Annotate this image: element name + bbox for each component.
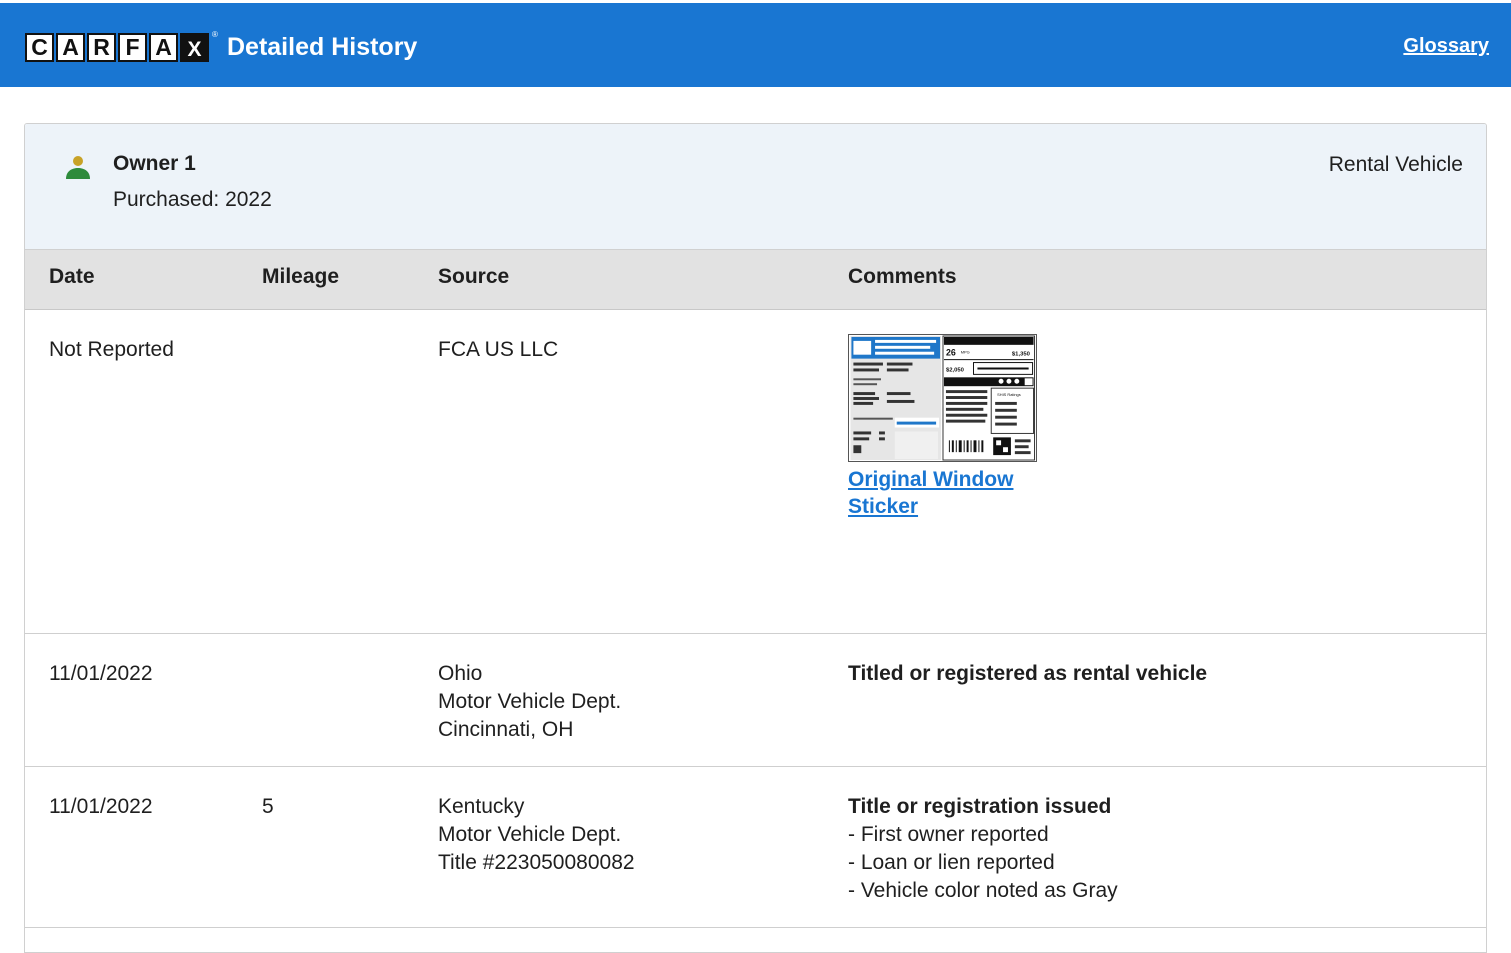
comment-item: - Vehicle color noted as Gray: [848, 879, 1118, 902]
row-source: FCA US LLC: [438, 336, 558, 364]
source-line: Motor Vehicle Dept.: [438, 690, 622, 713]
owner-name: Owner 1: [113, 152, 196, 175]
row-source: Ohio Motor Vehicle Dept. Cincinnati, OH: [438, 660, 621, 744]
source-line: Ohio: [438, 662, 483, 685]
top-bar: C A R F A X ® Detailed History Glossary: [0, 0, 1511, 87]
glossary-link[interactable]: Glossary: [1403, 35, 1489, 58]
comment-title: Titled or registered as rental vehicle: [848, 662, 1208, 685]
sticker-mpg: 26: [946, 348, 956, 358]
column-header-source: Source: [438, 265, 510, 288]
owner-vehicle-type: Rental Vehicle: [1328, 153, 1463, 176]
logo-letter-a: A: [56, 33, 85, 62]
source-line: FCA US LLC: [438, 338, 559, 361]
comment-item: - First owner reported: [848, 823, 1049, 846]
row-date: 11/01/2022: [49, 795, 153, 818]
logo-letter-a2: A: [149, 33, 178, 62]
page-title: Detailed History: [227, 33, 418, 61]
logo-letter-x: X: [180, 33, 209, 62]
sticker-mpg-unit: MPG: [961, 350, 970, 355]
row-date: Not Reported: [49, 338, 174, 361]
table-row: 11/01/2022 Ohio Motor Vehicle Dept. Cinc…: [25, 634, 1486, 767]
owner-history-card: Owner 1 Purchased: 2022 Rental Vehicle D…: [24, 123, 1487, 953]
row-comments: Titled or registered as rental vehicle: [848, 660, 1207, 688]
table-row: 11/01/2022 5 Kentucky Motor Vehicle Dept…: [25, 767, 1486, 928]
logo-letter-f: F: [118, 33, 147, 62]
column-header-comments: Comments: [848, 265, 957, 288]
comment-title: Title or registration issued: [848, 795, 1112, 818]
row-mileage: 5: [262, 795, 274, 818]
table-header: Date Mileage Source Comments: [25, 250, 1486, 310]
column-header-mileage: Mileage: [262, 265, 340, 288]
carfax-logo: C A R F A X ®: [25, 30, 218, 62]
logo-letter-r: R: [87, 33, 116, 62]
window-sticker-thumbnail[interactable]: 26 MPG $1,350 $2,050 SHIS Ratings: [848, 334, 1037, 462]
source-line: Cincinnati, OH: [438, 718, 574, 741]
row-source: Kentucky Motor Vehicle Dept. Title #2230…: [438, 793, 635, 877]
row-comments: 26 MPG $1,350 $2,050 SHIS Ratings Origin…: [848, 334, 1048, 520]
table-row: Not Reported FCA US LLC 26 MPG $1,350 $2…: [25, 310, 1486, 634]
owner-purchased: Purchased: 2022: [113, 188, 272, 211]
sticker-save: $1,350: [1012, 352, 1031, 358]
sticker-cost: $2,050: [946, 367, 965, 373]
person-icon: [66, 156, 90, 179]
column-header-date: Date: [49, 265, 95, 288]
source-line: Title #223050080082: [438, 851, 635, 874]
row-date: 11/01/2022: [49, 662, 153, 685]
comment-item: - Loan or lien reported: [848, 851, 1055, 874]
owner-summary: Owner 1 Purchased: 2022 Rental Vehicle: [25, 124, 1486, 250]
source-line: Motor Vehicle Dept.: [438, 823, 622, 846]
logo-letter-c: C: [25, 33, 54, 62]
row-comments: Title or registration issued - First own…: [848, 793, 1118, 905]
sticker-ratings: SHIS Ratings: [997, 392, 1021, 397]
source-line: Kentucky: [438, 795, 525, 818]
logo-registered-mark: ®: [212, 30, 218, 39]
original-window-sticker-link[interactable]: Original Window Sticker: [848, 466, 1048, 520]
